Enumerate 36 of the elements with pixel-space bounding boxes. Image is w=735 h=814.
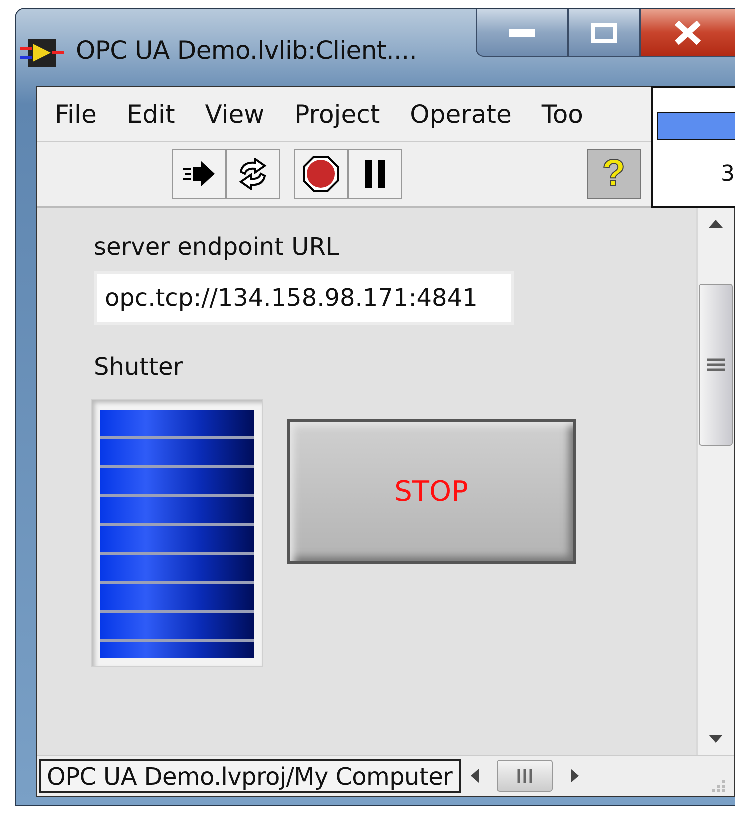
field-label: server endpoint URL [94, 233, 340, 261]
menu-item[interactable]: File [55, 100, 97, 128]
table-cell: 3 [721, 162, 735, 187]
left-arrow-icon [470, 769, 479, 783]
vertical-scrollbar[interactable] [696, 208, 734, 755]
app-icon [20, 37, 64, 69]
arrow-icon [181, 159, 217, 189]
close-icon [674, 20, 702, 44]
minimize-icon [509, 28, 535, 36]
menu-item[interactable]: Too [542, 100, 584, 128]
url-field[interactable]: opc.tcp://134.158.98.171:4841 [94, 271, 514, 325]
indicator-label: Shutter [94, 353, 184, 381]
minimize-button[interactable] [476, 9, 568, 57]
run-button[interactable] [172, 149, 226, 199]
maximize-icon [591, 22, 617, 42]
up-arrow-icon [709, 220, 723, 228]
close-button[interactable] [640, 9, 735, 57]
pause-button[interactable] [348, 149, 402, 199]
scroll-thumb[interactable] [496, 760, 553, 792]
down-arrow-icon [709, 735, 723, 743]
run-continuously-button[interactable] [226, 149, 280, 199]
stop-sign-icon [302, 155, 340, 193]
grip-icon [516, 769, 533, 783]
project-path: OPC UA Demo.lvproj/My Computer [39, 759, 461, 793]
abort-button[interactable] [294, 149, 348, 199]
window-title: OPC UA Demo.lvlib:Client.... [76, 36, 417, 65]
menu-item[interactable]: Edit [126, 100, 176, 128]
grip-icon [707, 358, 725, 372]
menu-item[interactable]: View [205, 100, 265, 128]
pause-icon [363, 160, 387, 188]
scroll-thumb[interactable] [699, 284, 733, 446]
menu-item[interactable]: Project [294, 100, 380, 128]
resize-grip-icon [712, 778, 726, 792]
maximize-button[interactable] [568, 9, 640, 57]
right-arrow-icon [570, 769, 579, 783]
menu-item[interactable]: Operate [410, 100, 512, 128]
